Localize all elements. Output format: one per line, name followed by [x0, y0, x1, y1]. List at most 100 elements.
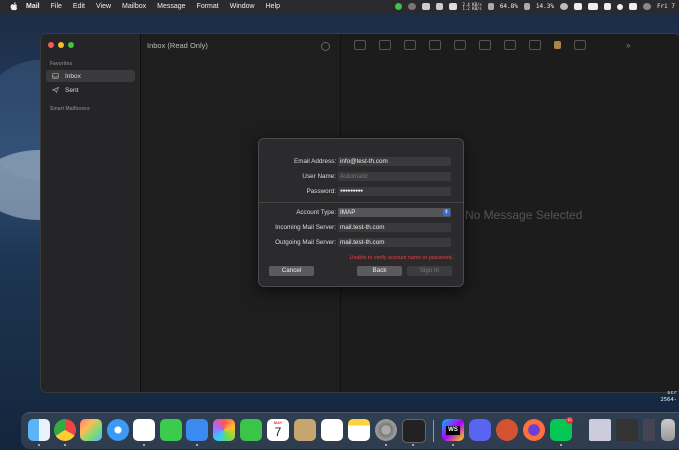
archive-icon[interactable] — [404, 40, 416, 50]
account-type-row: Account Type: IMAP ⇕ — [259, 208, 463, 218]
running-indicator — [452, 444, 454, 446]
menu-edit[interactable]: Edit — [73, 3, 85, 10]
timer-icon[interactable] — [559, 3, 568, 10]
menu-format[interactable]: Format — [197, 3, 219, 10]
mail-icon[interactable] — [186, 419, 208, 441]
sent-icon — [52, 87, 59, 93]
incoming-server-field[interactable]: mail.test-th.com — [338, 223, 451, 232]
safari-icon[interactable] — [107, 419, 129, 441]
system-preferences-icon[interactable] — [375, 419, 397, 441]
network-down-text: 1.2 KB/s — [462, 5, 482, 11]
menu-bar: Mail File Edit View Mailbox Message Form… — [0, 0, 679, 13]
line-icon[interactable]: 10 — [550, 417, 573, 441]
launchpad-icon[interactable] — [80, 419, 102, 441]
account-type-select[interactable]: IMAP ⇕ — [338, 208, 451, 217]
powerpoint-icon[interactable] — [496, 419, 518, 441]
sidebar-item-inbox[interactable]: Inbox — [46, 70, 135, 82]
outgoing-server-row: Outgoing Mail Server: mail.test-th.com — [259, 238, 463, 248]
running-indicator — [143, 444, 145, 446]
trash-icon[interactable] — [429, 40, 441, 50]
close-button[interactable] — [48, 42, 54, 48]
notes-icon[interactable] — [348, 419, 370, 441]
memory-usage[interactable]: 14.3% — [536, 3, 554, 10]
firefox-icon[interactable] — [523, 419, 545, 441]
photos-icon[interactable] — [213, 419, 235, 441]
calendar-icon[interactable]: MAY 7 — [267, 419, 289, 441]
screens-stack-icon[interactable] — [643, 419, 655, 441]
discord-icon[interactable] — [469, 419, 491, 441]
incoming-server-label: Incoming Mail Server: — [275, 224, 336, 231]
menu-message[interactable]: Message — [157, 3, 185, 10]
location-icon[interactable] — [421, 3, 430, 10]
screenshot-thumbnail-icon[interactable] — [589, 419, 611, 441]
chevron-updown-icon: ⇕ — [443, 209, 450, 216]
contacts-icon[interactable] — [294, 419, 316, 441]
network-stats: 2.4 KB/s 1.2 KB/s — [462, 2, 482, 11]
email-row: Email Address: info@test-th.com — [259, 157, 463, 167]
outgoing-server-label: Outgoing Mail Server: — [275, 239, 336, 246]
finder-icon[interactable] — [28, 419, 50, 441]
sign-in-button[interactable]: Sign In — [407, 266, 452, 276]
volume-icon[interactable] — [435, 3, 443, 10]
slack-icon[interactable] — [133, 419, 155, 441]
zoom-button[interactable] — [68, 42, 74, 48]
battery-icon[interactable] — [587, 3, 598, 10]
sidebar-favorites-header[interactable]: Favorites — [50, 61, 72, 67]
sidebar: Favorites Inbox Sent Smart Mailboxes — [41, 34, 141, 392]
facetime-icon[interactable] — [240, 419, 262, 441]
junk-icon[interactable] — [454, 40, 466, 50]
control-center-icon[interactable] — [628, 3, 637, 10]
desktop-file-label-2[interactable]: 2564- — [660, 397, 677, 403]
chrome-icon[interactable] — [54, 419, 76, 441]
running-indicator — [560, 444, 562, 446]
wifi-menu-icon[interactable] — [603, 3, 611, 10]
running-indicator — [412, 444, 414, 446]
password-field[interactable]: ●●●●●●●●● — [338, 187, 451, 196]
search-icon[interactable] — [616, 3, 623, 10]
error-message: Unable to verify account name or passwor… — [349, 255, 453, 261]
flag-icon[interactable] — [554, 41, 561, 49]
account-type-label: Account Type: — [296, 209, 336, 216]
email-field[interactable]: info@test-th.com — [338, 157, 451, 166]
input-source-icon[interactable] — [573, 3, 582, 10]
sidebar-smart-mailboxes-header[interactable]: Smart Mailboxes — [50, 106, 90, 112]
running-indicator — [38, 444, 40, 446]
terminal-icon[interactable] — [402, 419, 426, 443]
back-button[interactable]: Back — [357, 266, 402, 276]
username-field[interactable]: Automatic — [338, 172, 451, 181]
new-message-icon[interactable] — [379, 40, 391, 50]
email-label: Email Address: — [294, 158, 336, 165]
cpu-usage[interactable]: 64.8% — [500, 3, 518, 10]
messages-icon[interactable] — [160, 419, 182, 441]
minimize-button[interactable] — [58, 42, 64, 48]
record-icon[interactable] — [407, 3, 416, 10]
more-chevron-icon[interactable]: » — [626, 41, 636, 50]
trash-icon[interactable] — [661, 419, 675, 441]
menu-window[interactable]: Window — [230, 3, 255, 10]
apple-menu-icon[interactable] — [10, 2, 18, 11]
mute-icon[interactable] — [574, 40, 586, 50]
downloads-stack-icon[interactable] — [616, 419, 638, 441]
wifi-icon[interactable] — [448, 3, 457, 10]
menu-file[interactable]: File — [51, 3, 62, 10]
dock: MAY 7 WS 10 — [21, 412, 679, 449]
menu-view[interactable]: View — [96, 3, 111, 10]
filter-icon[interactable] — [321, 42, 330, 51]
reply-icon[interactable] — [479, 40, 491, 50]
forward-icon[interactable] — [529, 40, 541, 50]
menu-help[interactable]: Help — [266, 3, 280, 10]
webstorm-icon[interactable]: WS — [442, 419, 464, 441]
cancel-button[interactable]: Cancel — [269, 266, 314, 276]
outgoing-server-field[interactable]: mail.test-th.com — [338, 238, 451, 247]
siri-icon[interactable] — [642, 3, 651, 10]
clock[interactable]: Fri 7 — [657, 3, 675, 10]
reply-all-icon[interactable] — [504, 40, 516, 50]
reminders-icon[interactable] — [321, 419, 343, 441]
compose-icon[interactable] — [354, 40, 366, 50]
menu-mailbox[interactable]: Mailbox — [122, 3, 146, 10]
running-indicator — [64, 444, 66, 446]
sidebar-item-sent[interactable]: Sent — [46, 84, 135, 96]
desktop-file-label[interactable]: scr — [667, 390, 677, 396]
line-status-icon[interactable] — [394, 3, 402, 10]
menu-app-name[interactable]: Mail — [26, 3, 40, 10]
